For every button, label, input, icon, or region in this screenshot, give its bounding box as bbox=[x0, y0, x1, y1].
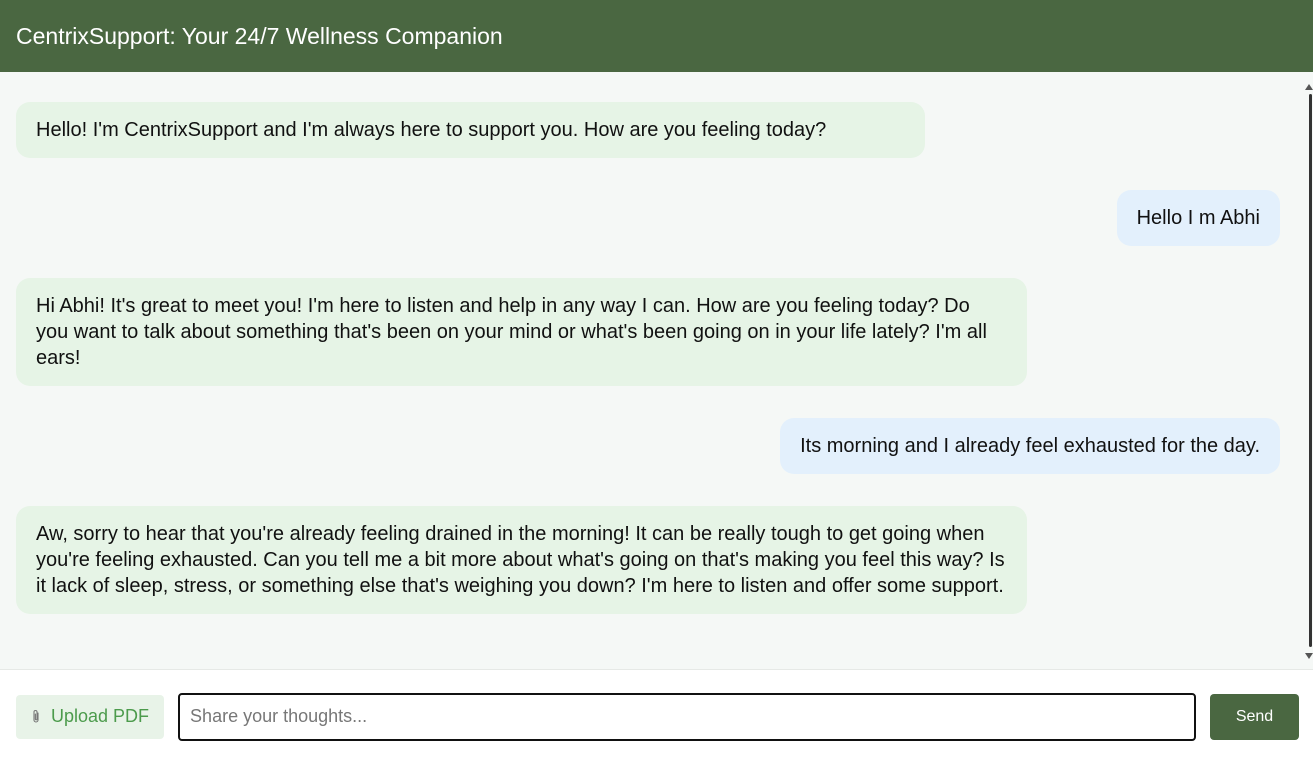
send-button[interactable]: Send bbox=[1210, 693, 1299, 740]
chat-app: CentrixSupport: Your 24/7 Wellness Compa… bbox=[0, 0, 1313, 763]
bot-message: Hello! I'm CentrixSupport and I'm always… bbox=[16, 102, 925, 158]
app-header: CentrixSupport: Your 24/7 Wellness Compa… bbox=[0, 0, 1313, 72]
message-input[interactable] bbox=[178, 692, 1196, 741]
chat-scrollbar[interactable] bbox=[1305, 72, 1313, 669]
chat-area[interactable]: Hello! I'm CentrixSupport and I'm always… bbox=[0, 72, 1313, 669]
message-row: Hi Abhi! It's great to meet you! I'm her… bbox=[16, 278, 1280, 386]
scroll-up-arrow-icon[interactable] bbox=[1305, 84, 1313, 90]
paperclip-icon bbox=[33, 709, 39, 723]
user-message: Its morning and I already feel exhausted… bbox=[780, 418, 1280, 474]
page-title: CentrixSupport: Your 24/7 Wellness Compa… bbox=[16, 22, 503, 49]
chat-input-bar: Upload PDF Send bbox=[0, 669, 1313, 763]
message-row: Hello! I'm CentrixSupport and I'm always… bbox=[16, 102, 1280, 158]
upload-pdf-button[interactable]: Upload PDF bbox=[16, 694, 165, 739]
upload-pdf-label: Upload PDF bbox=[51, 706, 150, 726]
scroll-thumb[interactable] bbox=[1309, 94, 1312, 647]
bot-message: Aw, sorry to hear that you're already fe… bbox=[16, 506, 1027, 614]
message-row: Its morning and I already feel exhausted… bbox=[16, 418, 1280, 474]
scroll-down-arrow-icon[interactable] bbox=[1305, 653, 1313, 659]
bot-message: Hi Abhi! It's great to meet you! I'm her… bbox=[16, 278, 1027, 386]
message-list: Hello! I'm CentrixSupport and I'm always… bbox=[0, 72, 1305, 669]
message-row: Aw, sorry to hear that you're already fe… bbox=[16, 506, 1280, 614]
user-message: Hello I m Abhi bbox=[1116, 190, 1280, 246]
message-row: Hello I m Abhi bbox=[16, 190, 1280, 246]
